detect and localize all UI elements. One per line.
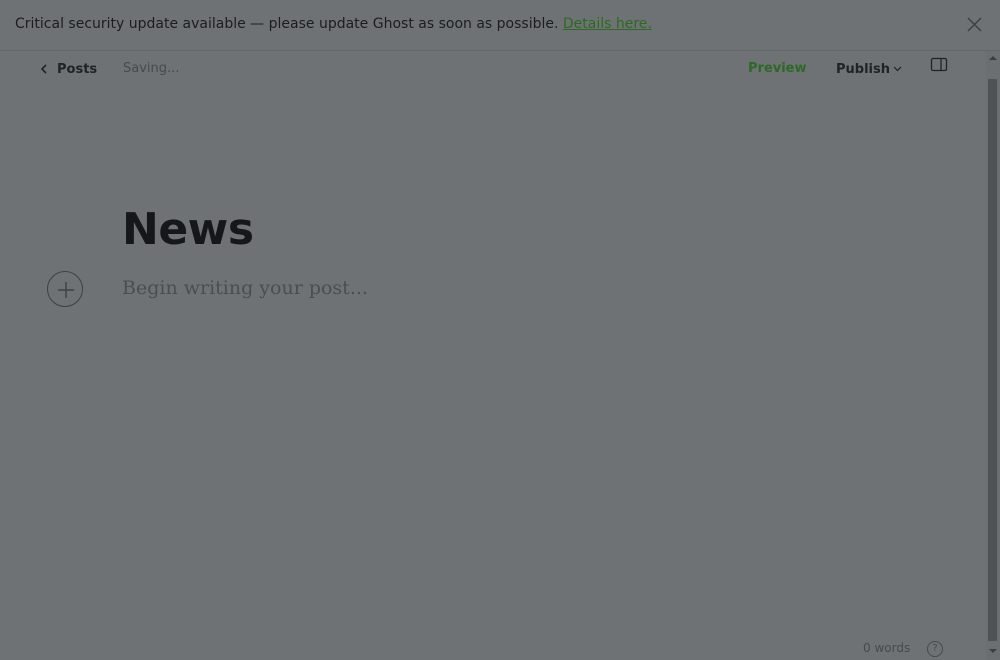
alert-text: Critical security update available — ple… — [15, 16, 652, 32]
publish-label: Publish — [836, 61, 890, 77]
close-icon[interactable] — [966, 16, 983, 33]
plus-icon — [58, 282, 74, 298]
alert-details-link[interactable]: Details here. — [563, 16, 652, 32]
security-alert-banner: Critical security update available — ple… — [0, 0, 1000, 51]
sidebar-toggle-icon[interactable] — [930, 57, 948, 73]
back-to-posts-button[interactable]: Posts — [40, 60, 97, 78]
scroll-down-icon[interactable] — [989, 648, 997, 654]
save-status: Saving... — [123, 61, 180, 76]
scroll-up-icon[interactable] — [989, 55, 997, 61]
chevron-left-icon — [40, 64, 47, 74]
post-title[interactable]: News — [122, 204, 254, 255]
editor-page: Critical security update available — ple… — [0, 0, 1000, 660]
scroll-thumb[interactable] — [988, 79, 997, 641]
chevron-down-icon — [893, 66, 902, 72]
back-label: Posts — [57, 61, 98, 77]
alert-message: Critical security update available — ple… — [15, 16, 563, 32]
scrollbar[interactable] — [986, 51, 1000, 660]
word-count: 0 words — [863, 641, 911, 655]
preview-button[interactable]: Preview — [748, 61, 807, 76]
post-body-editor[interactable]: Begin writing your post... — [122, 277, 368, 299]
add-card-button[interactable] — [47, 271, 83, 307]
publish-button[interactable]: Publish — [836, 61, 902, 77]
help-icon[interactable]: ? — [927, 641, 943, 657]
